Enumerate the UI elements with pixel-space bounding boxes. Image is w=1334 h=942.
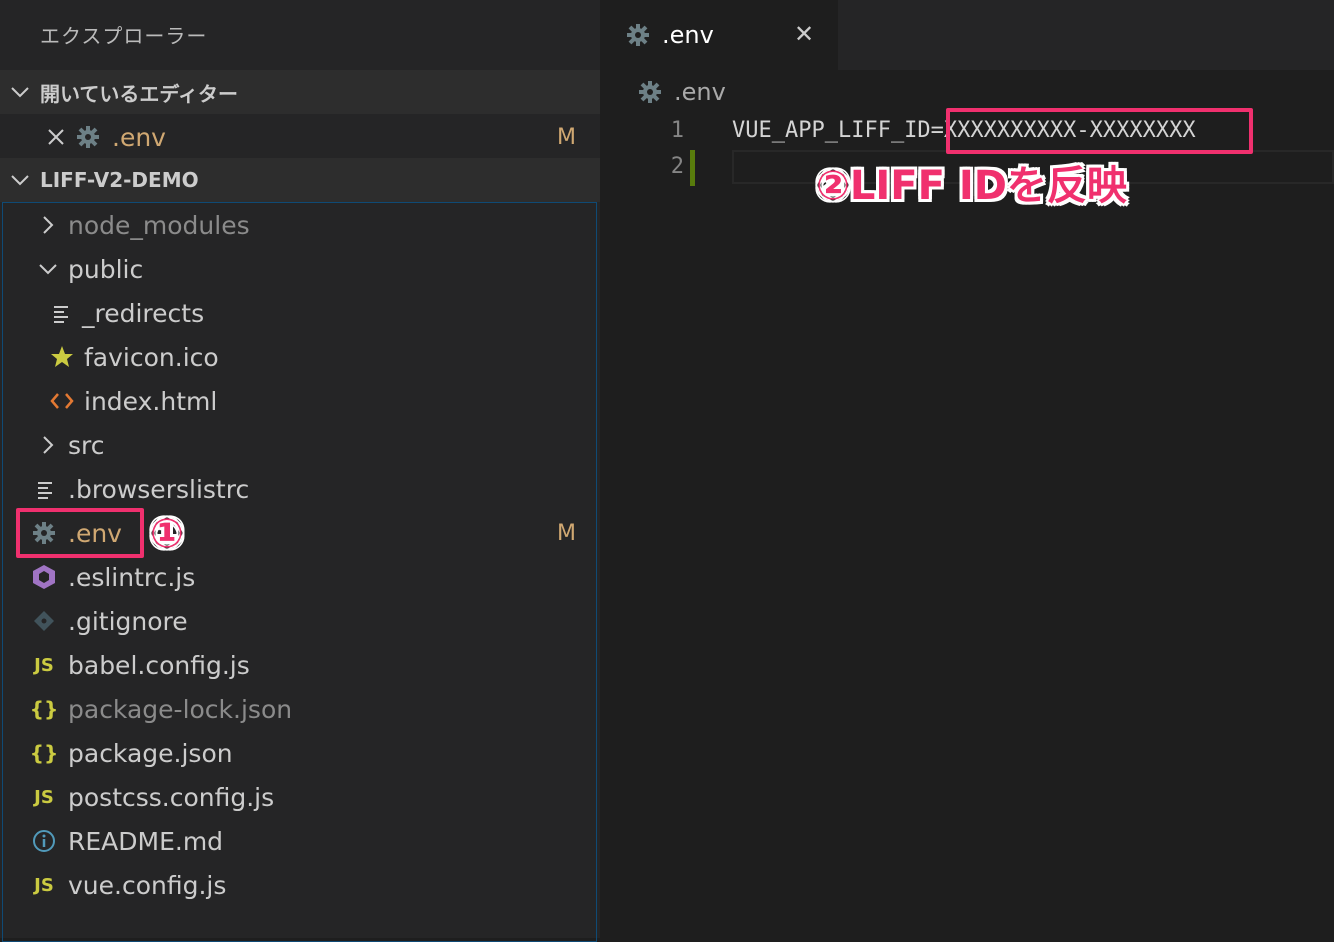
open-editors-header[interactable]: 開いているエディター: [0, 70, 600, 114]
js-icon: JS: [34, 786, 54, 808]
close-icon[interactable]: [40, 127, 72, 147]
tree-item-label: postcss.config.js: [68, 782, 275, 812]
project-header[interactable]: LIFF-V2-DEMO: [0, 158, 600, 202]
tab-env[interactable]: .env ✕: [600, 0, 838, 70]
project-label: LIFF-V2-DEMO: [40, 168, 199, 192]
gear-icon: [638, 80, 662, 104]
line-number: 2: [670, 154, 684, 179]
tree-item-label: src: [68, 430, 105, 460]
modified-badge: M: [557, 520, 576, 546]
gear-icon: [72, 125, 104, 149]
info-icon: [28, 829, 60, 853]
tree-item-label: index.html: [84, 386, 218, 416]
tree-item-label: .browserslistrc: [68, 474, 250, 504]
tree-item-label: favicon.ico: [84, 342, 219, 372]
json-icon: {}: [29, 741, 59, 765]
tab-label: .env: [662, 21, 714, 49]
tree-item-label: package-lock.json: [68, 694, 293, 724]
explorer-title: エクスプローラー: [40, 24, 208, 48]
tree-item-src[interactable]: src: [0, 423, 600, 467]
file-lines-icon: [30, 479, 62, 499]
tab-close-icon[interactable]: ✕: [794, 20, 814, 48]
tree-item-label: _redirects: [82, 298, 205, 328]
chevron-right-icon: [32, 215, 64, 235]
tree-item-public[interactable]: public: [0, 247, 600, 291]
chevron-right-icon: [32, 435, 64, 455]
tree-item-redirects[interactable]: _redirects: [0, 291, 600, 335]
json-icon: {}: [29, 697, 59, 721]
eslint-icon: [28, 564, 60, 590]
tree-item-label: public: [68, 254, 144, 284]
tree-item-label: babel.config.js: [68, 650, 250, 680]
tree-item-label: .eslintrc.js: [68, 562, 196, 592]
tree-item-favicon[interactable]: favicon.ico: [0, 335, 600, 379]
tree-item-gitignore[interactable]: .gitignore: [0, 599, 600, 643]
chevron-down-icon: [0, 173, 40, 187]
tree-item-vue-config[interactable]: JS vue.config.js: [0, 863, 600, 907]
tree-item-browserslistrc[interactable]: .browserslistrc: [0, 467, 600, 511]
tree-item-babel-config[interactable]: JS babel.config.js: [0, 643, 600, 687]
tree-item-label: .gitignore: [68, 606, 188, 636]
gutter-added-marker: [690, 150, 695, 186]
tree-item-label: node_modules: [68, 210, 250, 240]
star-icon: [46, 345, 78, 369]
annotation-step1: ①: [150, 511, 184, 557]
tree-item-readme[interactable]: README.md: [0, 819, 600, 863]
tree-item-package-lock[interactable]: {} package-lock.json: [0, 687, 600, 731]
tree-item-index-html[interactable]: index.html: [0, 379, 600, 423]
editor-area: .env ✕ .env 1 VUE_APP_LIFF_ID=XXXXXXXXXX…: [600, 0, 1334, 938]
gear-icon: [626, 23, 650, 47]
breadcrumb[interactable]: .env: [638, 78, 726, 106]
tree-item-label: package.json: [68, 738, 233, 768]
modified-badge: M: [557, 124, 576, 150]
chevron-down-icon: [0, 85, 40, 99]
chevron-down-icon: [32, 262, 64, 276]
annotation-step2: ②LIFF IDを反映: [816, 163, 1127, 209]
git-icon: [28, 609, 60, 633]
tab-bar: .env ✕: [600, 0, 1334, 70]
tree-item-eslintrc[interactable]: .eslintrc.js: [0, 555, 600, 599]
open-editor-filename: .env: [112, 122, 166, 152]
breadcrumb-file: .env: [674, 78, 726, 106]
highlight-box-env: [16, 508, 144, 558]
open-editor-item-env[interactable]: .env M: [0, 115, 600, 159]
file-lines-icon: [46, 303, 78, 323]
tree-item-label: vue.config.js: [68, 870, 227, 900]
tree-item-postcss-config[interactable]: JS postcss.config.js: [0, 775, 600, 819]
tree-item-node-modules[interactable]: node_modules: [0, 203, 600, 247]
js-icon: JS: [34, 654, 54, 676]
tree-item-package-json[interactable]: {} package.json: [0, 731, 600, 775]
js-icon: JS: [34, 874, 54, 896]
highlight-box-liff-id: [946, 108, 1253, 154]
tree-item-label: README.md: [68, 826, 224, 856]
explorer-sidebar: エクスプローラー 開いているエディター .env M LIFF-V2-DEMO …: [0, 0, 600, 942]
open-editors-label: 開いているエディター: [40, 81, 238, 106]
line-number: 1: [670, 118, 684, 143]
html-icon: [46, 391, 78, 411]
